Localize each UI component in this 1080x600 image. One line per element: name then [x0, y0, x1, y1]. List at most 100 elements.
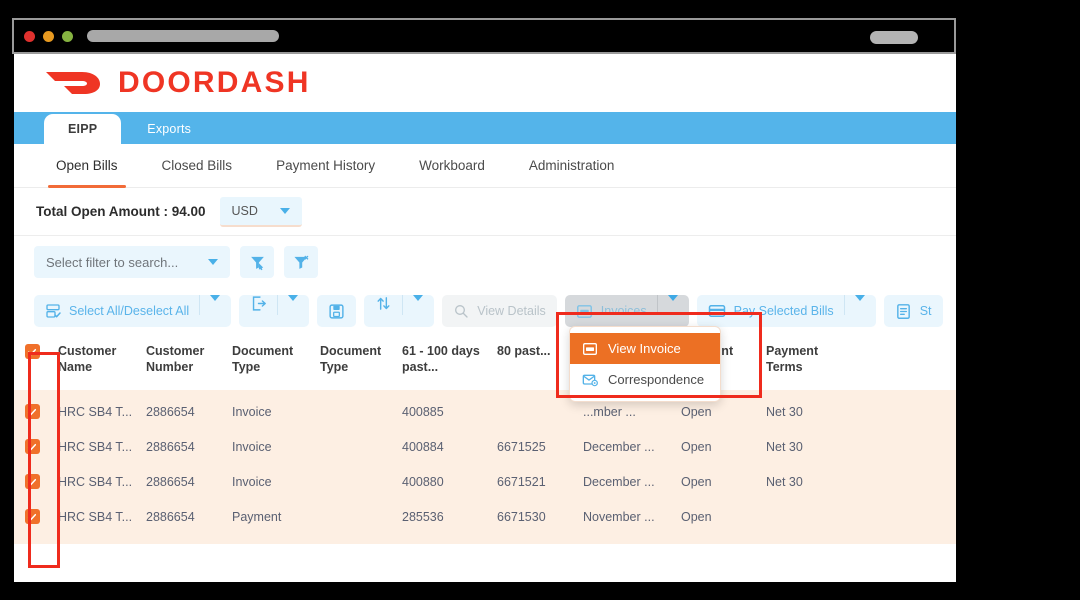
cell-document-type-1: Payment — [232, 509, 282, 524]
export-icon — [253, 296, 267, 311]
select-all-label: Select All/Deselect All — [69, 304, 190, 318]
mail-icon — [582, 374, 598, 386]
checkbox-checked — [24, 439, 40, 454]
chevron-down-icon[interactable] — [288, 295, 299, 301]
tab-exports[interactable]: Exports — [121, 114, 217, 144]
subtab-payment-history[interactable]: Payment History — [254, 144, 397, 188]
cell-customer-number: 2886654 — [146, 509, 195, 524]
chevron-down-icon — [279, 207, 290, 214]
cell-date: December ... — [583, 439, 655, 454]
currency-select[interactable]: USD — [219, 196, 302, 227]
pay-selected-bills-button[interactable]: Pay Selected Bills — [696, 295, 876, 327]
column-header-61-100-days-past[interactable]: 61 - 100 days past... — [402, 344, 497, 375]
subtab-workboard[interactable]: Workboard — [397, 144, 507, 188]
brand-header: DOORDASH — [14, 54, 956, 112]
subtab-payment-history-label: Payment History — [276, 158, 376, 173]
chevron-down-icon[interactable] — [210, 295, 221, 301]
table-row[interactable]: HRC SB4 T... 2886654 Payment 285536 6671… — [14, 499, 956, 534]
cell-payment-status: Open — [681, 474, 712, 489]
document-icon — [896, 303, 910, 319]
table-row[interactable]: HRC SB4 T... 2886654 Invoice 400884 6671… — [14, 429, 956, 464]
cell-payment-terms: Net 30 — [766, 404, 803, 419]
invoices-dropdown-menu: View Invoice Correspondence — [569, 326, 721, 402]
column-header-document-type-1[interactable]: Document Type — [232, 344, 320, 375]
subtab-administration[interactable]: Administration — [507, 144, 637, 188]
select-all-button[interactable]: Select All/Deselect All — [34, 295, 232, 327]
cell-payment-terms: Net 30 — [766, 474, 803, 489]
cell-payment-status: Open — [681, 404, 712, 419]
checkbox-checked — [24, 474, 40, 489]
screenshot-root: DOORDASH EIPP Exports Open Bills Closed … — [0, 0, 1080, 600]
cell-customer-number: 2886654 — [146, 474, 195, 489]
menu-item-view-invoice[interactable]: View Invoice — [570, 333, 720, 364]
filter-placeholder: Select filter to search... — [46, 254, 179, 270]
credit-card-icon — [708, 305, 725, 317]
sort-arrows-icon — [377, 297, 390, 310]
tab-exports-label: Exports — [147, 122, 192, 136]
subtab-closed-bills[interactable]: Closed Bills — [140, 144, 255, 188]
row-checkbox[interactable] — [14, 474, 58, 489]
save-button[interactable] — [317, 295, 357, 327]
tab-eipp[interactable]: EIPP — [44, 114, 122, 144]
divider — [277, 295, 279, 315]
bills-table: Customer Name Customer Number Document T… — [14, 334, 956, 578]
table-row[interactable]: HRC SB4 T... 2886654 Invoice 400885 ...m… — [14, 394, 956, 429]
checkbox-checked — [24, 344, 40, 359]
view-details-button[interactable]: View Details — [442, 295, 557, 327]
filter-select[interactable]: Select filter to search... — [34, 246, 230, 278]
export-button[interactable] — [239, 295, 310, 327]
close-window-button[interactable] — [24, 30, 35, 42]
table-footer — [14, 544, 956, 578]
address-bar[interactable] — [87, 30, 279, 42]
total-open-amount-label: Total Open Amount : 94.00 — [36, 204, 206, 219]
column-header-payment-terms[interactable]: Payment Terms — [766, 344, 851, 375]
divider — [199, 295, 201, 315]
menu-item-correspondence-label: Correspondence — [608, 372, 705, 387]
row-checkbox[interactable] — [14, 439, 58, 454]
cell-date: December ... — [583, 474, 655, 489]
cell-80-days: 6671525 — [497, 439, 546, 454]
statement-button[interactable]: St — [883, 295, 943, 327]
column-header-customer-number[interactable]: Customer Number — [146, 344, 232, 375]
cell-61-100-days: 285536 — [402, 509, 444, 524]
browser-title-bar — [12, 18, 956, 54]
filter-bar: Select filter to search... — [14, 236, 956, 288]
statement-label: St — [919, 304, 932, 318]
chevron-down-icon[interactable] — [667, 295, 678, 301]
cell-61-100-days: 400885 — [402, 404, 444, 419]
sort-button[interactable] — [364, 295, 435, 327]
table-body: HRC SB4 T... 2886654 Invoice 400885 ...m… — [14, 390, 956, 544]
row-checkbox[interactable] — [14, 404, 58, 419]
select-all-header-checkbox[interactable] — [14, 344, 58, 359]
subtab-administration-label: Administration — [528, 158, 615, 173]
chevron-down-icon[interactable] — [413, 295, 424, 301]
menu-item-correspondence[interactable]: Correspondence — [570, 364, 720, 395]
table-row[interactable]: HRC SB4 T... 2886654 Invoice 400880 6671… — [14, 464, 956, 499]
chevron-down-icon[interactable] — [854, 295, 865, 301]
subtab-workboard-label: Workboard — [419, 158, 485, 173]
apply-filter-button[interactable] — [240, 246, 274, 278]
divider — [656, 295, 658, 315]
row-checkbox[interactable] — [14, 509, 58, 524]
invoices-button[interactable]: Invoices — [564, 295, 689, 327]
column-header-document-type-2[interactable]: Document Type — [320, 344, 402, 375]
divider — [402, 295, 404, 315]
cell-customer-name: HRC SB4 T... — [58, 404, 133, 419]
minimize-window-button[interactable] — [43, 30, 54, 42]
cell-date: ...mber ... — [583, 404, 636, 419]
chevron-down-icon — [208, 259, 218, 265]
subtab-open-bills[interactable]: Open Bills — [34, 144, 140, 188]
cell-date: November ... — [583, 509, 655, 524]
toolbar-right-placeholder[interactable] — [870, 31, 918, 44]
cell-document-type-1: Invoice — [232, 439, 272, 454]
cell-customer-name: HRC SB4 T... — [58, 439, 133, 454]
save-icon — [329, 303, 344, 319]
clear-filter-button[interactable] — [284, 246, 318, 278]
cell-document-type-1: Invoice — [232, 474, 272, 489]
cell-customer-name: HRC SB4 T... — [58, 474, 133, 489]
window-controls[interactable] — [24, 30, 73, 42]
maximize-window-button[interactable] — [62, 30, 73, 42]
column-header-customer-name[interactable]: Customer Name — [58, 344, 146, 375]
summary-bar: Total Open Amount : 94.00 USD — [14, 188, 956, 236]
secondary-tab-bar: Open Bills Closed Bills Payment History … — [14, 144, 956, 188]
